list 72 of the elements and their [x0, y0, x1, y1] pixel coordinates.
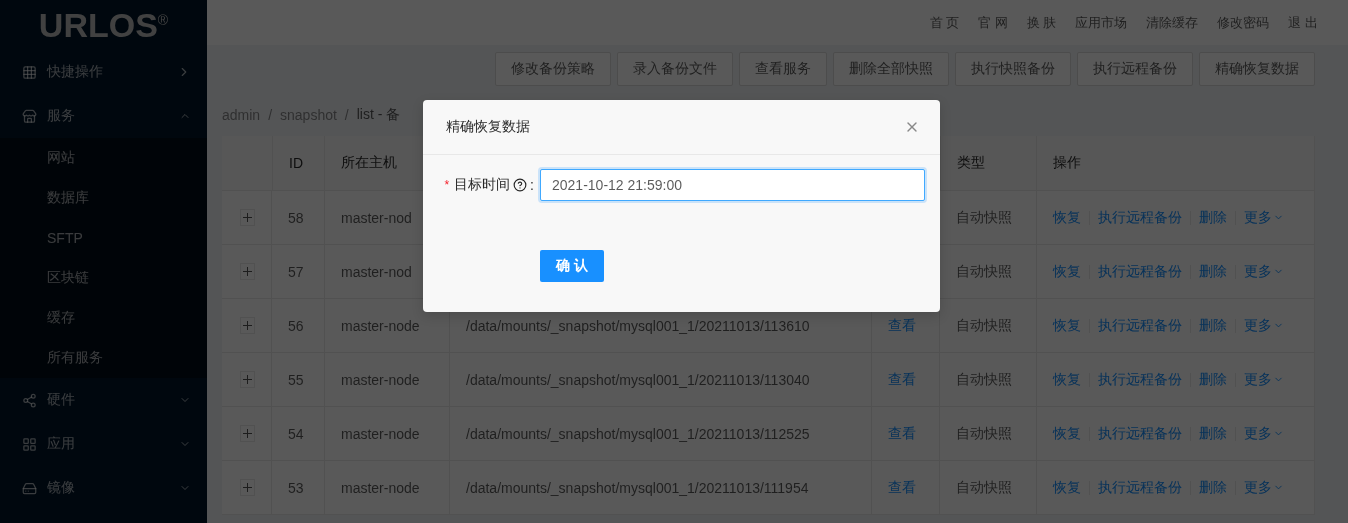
- table-cell: 自动快照: [940, 353, 1037, 407]
- expand-button[interactable]: [240, 425, 255, 442]
- field-colon: :: [530, 177, 534, 193]
- action-link[interactable]: 恢复: [1053, 370, 1081, 389]
- table-cell: 56: [272, 299, 325, 353]
- action-link[interactable]: 执行远程备份: [1098, 316, 1182, 335]
- header-link[interactable]: 修改密码: [1217, 13, 1270, 32]
- more-link[interactable]: 更多: [1244, 262, 1284, 281]
- action-link[interactable]: 恢复: [1053, 424, 1081, 443]
- table-cell: /data/mounts/_snapshot/mysql001_1/20211013/113040: [450, 353, 872, 407]
- table-cell: 58: [272, 191, 325, 245]
- table-cell: 55: [272, 353, 325, 407]
- more-link[interactable]: 更多: [1244, 424, 1284, 443]
- more-link[interactable]: 更多: [1244, 370, 1284, 389]
- plus-icon: [243, 321, 252, 330]
- view-link[interactable]: 查看: [888, 370, 916, 389]
- table-cell: master-node: [325, 461, 450, 515]
- more-link[interactable]: 更多: [1244, 316, 1284, 335]
- more-link[interactable]: 更多: [1244, 208, 1284, 227]
- expand-button[interactable]: [240, 317, 255, 334]
- confirm-button[interactable]: 确 认: [540, 250, 604, 282]
- table-cell: master-node: [325, 407, 450, 461]
- action-link[interactable]: 删除: [1199, 478, 1227, 497]
- view-link[interactable]: 查看: [888, 316, 916, 335]
- logo: URLOS$^{®}$: [37, 4, 170, 46]
- action-link[interactable]: 恢复: [1053, 478, 1081, 497]
- action-link[interactable]: 执行远程备份: [1098, 370, 1182, 389]
- breadcrumb-separator: /: [344, 107, 349, 123]
- breadcrumb-separator: /: [268, 107, 273, 123]
- time-field[interactable]: 2021-10-12 21:59:00: [540, 169, 925, 201]
- action-link[interactable]: 恢复: [1053, 262, 1081, 281]
- view-link[interactable]: 查看: [888, 478, 916, 497]
- action-link[interactable]: 删除: [1199, 424, 1227, 443]
- dialog-title: 精确恢复数据: [446, 118, 530, 136]
- view-link[interactable]: 查看: [888, 424, 916, 443]
- plus-icon: [243, 483, 252, 492]
- table-cell: /data/mounts/_snapshot/mysql001_1/20211013/111954: [450, 461, 872, 515]
- header-cell: 操作: [1037, 136, 1315, 190]
- table-cell: 54: [272, 407, 325, 461]
- plus-icon: [243, 375, 252, 384]
- table-cell: 自动快照: [940, 407, 1037, 461]
- table-cell: master-node: [325, 353, 450, 407]
- table-cell: 自动快照: [940, 191, 1037, 245]
- plus-icon: [243, 429, 252, 438]
- field-label: 目标时间: [454, 176, 511, 194]
- plus-icon: [243, 213, 252, 222]
- header-cell: ID: [272, 136, 325, 190]
- action-link[interactable]: 执行远程备份: [1098, 478, 1182, 497]
- expand-button[interactable]: [240, 263, 255, 280]
- required-mark: *: [444, 178, 450, 192]
- expand-button[interactable]: [240, 479, 255, 496]
- expand-button[interactable]: [240, 209, 255, 226]
- action-link[interactable]: 执行远程备份: [1098, 262, 1182, 281]
- help-icon: [513, 178, 528, 192]
- plus-icon: [243, 267, 252, 276]
- table-cell: 自动快照: [940, 299, 1037, 353]
- table-cell: /data/mounts/_snapshot/mysql001_1/20211013/112525: [450, 407, 872, 461]
- breadcrumb-item: list - 备: [356, 106, 401, 124]
- action-link[interactable]: 删除: [1199, 208, 1227, 227]
- table-cell: 自动快照: [940, 245, 1037, 299]
- action-link[interactable]: 删除: [1199, 370, 1227, 389]
- action-link[interactable]: 执行远程备份: [1098, 424, 1182, 443]
- action-link[interactable]: 恢复: [1053, 208, 1081, 227]
- action-link[interactable]: 执行远程备份: [1098, 208, 1182, 227]
- table-cell: 57: [272, 245, 325, 299]
- table-cell: 53: [272, 461, 325, 515]
- table-cell: 自动快照: [940, 461, 1037, 515]
- action-link[interactable]: 恢复: [1053, 316, 1081, 335]
- action-link[interactable]: 删除: [1199, 316, 1227, 335]
- expand-button[interactable]: [240, 371, 255, 388]
- more-link[interactable]: 更多: [1244, 478, 1284, 497]
- action-link[interactable]: 删除: [1199, 262, 1227, 281]
